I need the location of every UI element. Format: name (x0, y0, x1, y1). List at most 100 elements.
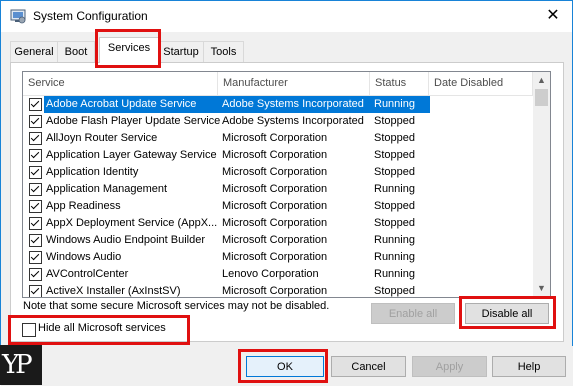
service-name: Application Layer Gateway Service (46, 149, 217, 161)
service-checkbox[interactable] (29, 234, 42, 247)
service-manufacturer: Microsoft Corporation (222, 200, 328, 212)
button-label: Enable all (388, 308, 438, 320)
service-row[interactable]: AllJoyn Router Service Microsoft Corporat… (23, 130, 533, 147)
service-name: Windows Audio (46, 251, 122, 263)
scroll-down-icon: ▼ (537, 283, 546, 293)
service-checkbox[interactable] (29, 149, 42, 162)
apply-button[interactable]: Apply (412, 356, 487, 377)
service-manufacturer: Microsoft Corporation (222, 166, 328, 178)
service-status: Running (374, 183, 415, 195)
service-checkbox[interactable] (29, 98, 42, 111)
service-status: Stopped (374, 115, 415, 127)
service-checkbox[interactable] (29, 132, 42, 145)
highlight-disable-all (459, 296, 556, 329)
column-label: Date Disabled (434, 77, 504, 89)
service-row[interactable]: Application Layer Gateway Service Microso… (23, 147, 533, 164)
title-bar: System Configuration ✕ (1, 1, 572, 32)
tab-tools[interactable]: Tools (203, 41, 244, 62)
service-status: Running (374, 268, 415, 280)
service-row[interactable]: Application Identity Microsoft Corporatio… (23, 164, 533, 181)
service-status: Stopped (374, 285, 415, 297)
scroll-thumb[interactable] (535, 89, 548, 106)
tab-label: Startup (163, 46, 199, 58)
service-name: AVControlCenter (46, 268, 129, 280)
column-label: Service (28, 77, 65, 89)
service-checkbox[interactable] (29, 166, 42, 179)
button-label: Help (517, 361, 541, 373)
highlight-services-tab (95, 29, 161, 68)
service-row[interactable]: Windows Audio Microsoft Corporation Runnin… (23, 249, 533, 266)
scroll-up-arrow[interactable]: ▲ (533, 72, 550, 89)
service-manufacturer: Microsoft Corporation (222, 183, 328, 195)
service-status: Stopped (374, 217, 415, 229)
service-checkbox[interactable] (29, 115, 42, 128)
service-manufacturer: Microsoft Corporation (222, 251, 328, 263)
column-header-status[interactable]: Status (370, 72, 429, 95)
button-label: Apply (435, 361, 464, 373)
service-checkbox[interactable] (29, 285, 42, 297)
column-header-manufacturer[interactable]: Manufacturer (218, 72, 370, 95)
service-row[interactable]: ActiveX Installer (AxInstSV) Microsoft Co… (23, 283, 533, 297)
service-manufacturer: Adobe Systems Incorporated (222, 115, 364, 127)
window-title: System Configuration (33, 9, 148, 23)
logo-text: YP (2, 350, 33, 380)
service-name: Application Identity (46, 166, 139, 178)
column-header-service[interactable]: Service (23, 72, 218, 95)
services-list[interactable]: Service Manufacturer Status Date Disable… (22, 71, 551, 298)
tab-label: General (14, 46, 54, 58)
service-manufacturer: Microsoft Corporation (222, 132, 328, 144)
service-name: Adobe Acrobat Update Service (44, 96, 220, 113)
service-name: Adobe Flash Player Update Service (46, 115, 220, 127)
service-name: Windows Audio Endpoint Builder (46, 234, 205, 246)
service-row[interactable]: Windows Audio Endpoint Builder Microsoft … (23, 232, 533, 249)
service-status: Stopped (374, 200, 415, 212)
cancel-button[interactable]: Cancel (331, 356, 406, 377)
tab-boot[interactable]: Boot (57, 41, 95, 62)
service-name: AllJoyn Router Service (46, 132, 158, 144)
service-checkbox[interactable] (29, 200, 42, 213)
column-label: Status (375, 77, 407, 89)
service-row[interactable]: Adobe Acrobat Update Service Adobe System… (23, 96, 533, 113)
service-status: Stopped (374, 166, 415, 178)
scroll-down-arrow[interactable]: ▼ (533, 280, 550, 297)
tab-label: Boot (64, 46, 88, 58)
service-row[interactable]: Adobe Flash Player Update Service Adobe S… (23, 113, 533, 130)
column-label: Manufacturer (223, 77, 288, 89)
button-label: Cancel (351, 361, 386, 373)
tab-startup[interactable]: Startup (158, 41, 204, 62)
column-header-date-disabled[interactable]: Date Disabled (429, 72, 533, 95)
service-manufacturer: Lenovo Corporation (222, 268, 319, 280)
service-name: ActiveX Installer (AxInstSV) (46, 285, 181, 297)
service-row[interactable]: AVControlCenter Lenovo Corporation Running (23, 266, 533, 283)
service-status: Running (374, 234, 415, 246)
highlight-ok-button (238, 349, 328, 383)
enable-all-button[interactable]: Enable all (371, 303, 455, 324)
service-manufacturer: Microsoft Corporation (222, 285, 328, 297)
service-row[interactable]: Application Management Microsoft Corporat… (23, 181, 533, 198)
msconfig-icon (10, 9, 26, 24)
yp-logo: YP (0, 345, 42, 385)
highlight-hide-microsoft (8, 315, 190, 345)
close-button[interactable]: ✕ (538, 3, 568, 29)
service-checkbox[interactable] (29, 183, 42, 196)
close-icon: ✕ (546, 7, 560, 24)
secure-services-note: Note that some secure Microsoft services… (23, 300, 330, 312)
help-button[interactable]: Help (492, 356, 566, 377)
service-manufacturer: Microsoft Corporation (222, 217, 328, 229)
vertical-scrollbar[interactable]: ▲ ▼ (533, 72, 550, 297)
tab-label: Tools (210, 46, 237, 58)
service-status: Stopped (374, 132, 415, 144)
tab-general[interactable]: General (10, 41, 58, 62)
service-status: Running (370, 96, 430, 113)
service-row[interactable]: AppX Deployment Service (AppX... Microsof… (23, 215, 533, 232)
service-name: AppX Deployment Service (AppX... (46, 217, 218, 229)
service-name: Application Management (46, 183, 168, 195)
service-checkbox[interactable] (29, 217, 42, 230)
service-manufacturer: Microsoft Corporation (222, 149, 328, 161)
service-checkbox[interactable] (29, 268, 42, 281)
service-name: App Readiness (46, 200, 121, 212)
service-checkbox[interactable] (29, 251, 42, 264)
scroll-up-icon: ▲ (537, 75, 546, 85)
service-row[interactable]: App Readiness Microsoft Corporation Stoppe… (23, 198, 533, 215)
service-status: Stopped (374, 149, 415, 161)
